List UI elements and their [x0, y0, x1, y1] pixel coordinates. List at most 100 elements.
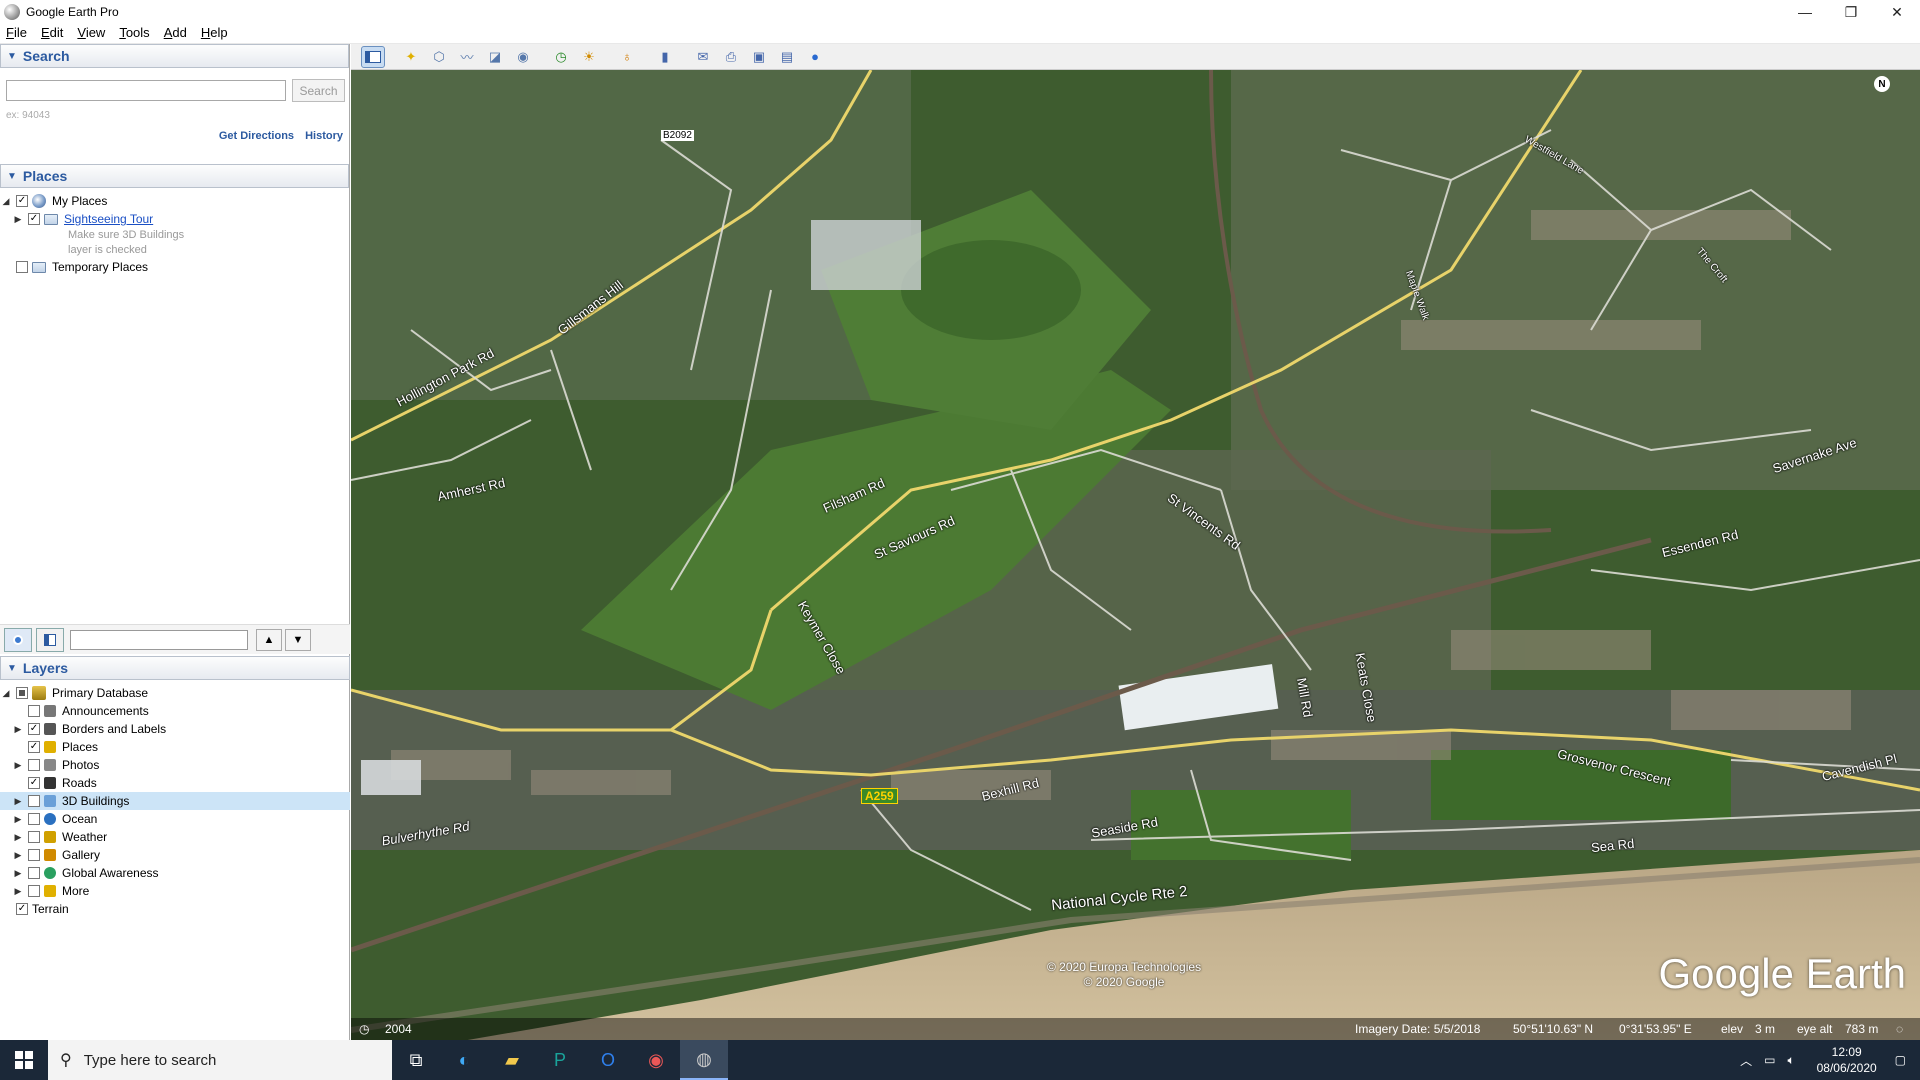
add-path-button[interactable]: 〰: [455, 46, 479, 68]
tree-item-terrain[interactable]: ✓ Terrain: [0, 900, 350, 918]
expand-arrow-icon[interactable]: ▶: [12, 886, 24, 897]
sightseeing-tour-link[interactable]: Sightseeing Tour: [64, 212, 153, 226]
network-icon[interactable]: ▭: [1764, 1053, 1775, 1067]
panel-toggle-button[interactable]: [36, 627, 64, 652]
map-view[interactable]: B2092 Hollington Park Rd Gillsmans Hill …: [351, 70, 1920, 1040]
checkbox[interactable]: ✓: [16, 195, 28, 207]
history-link[interactable]: History: [305, 130, 343, 142]
checkbox[interactable]: ✓: [16, 903, 28, 915]
checkbox[interactable]: [28, 705, 40, 717]
checkbox[interactable]: [28, 849, 40, 861]
add-overlay-button[interactable]: ◪: [483, 46, 507, 68]
search-places-button[interactable]: [4, 627, 32, 652]
print-button[interactable]: ⎙: [719, 46, 743, 68]
checkbox[interactable]: [28, 795, 40, 807]
edge-button[interactable]: ◐: [440, 1040, 488, 1080]
minimize-button[interactable]: —: [1782, 0, 1828, 24]
checkbox[interactable]: ✓: [28, 741, 40, 753]
checkbox[interactable]: ✓: [28, 777, 40, 789]
layer-item[interactable]: ▶ ✓ Borders and Labels: [0, 720, 350, 738]
menu-help[interactable]: Help: [201, 25, 228, 40]
switch-planet-button[interactable]: ♁: [615, 46, 639, 68]
email-button[interactable]: ✉: [691, 46, 715, 68]
checkbox[interactable]: [16, 687, 28, 699]
expand-arrow-icon[interactable]: ▶: [12, 832, 24, 843]
search-input[interactable]: [6, 80, 286, 101]
checkbox[interactable]: [28, 759, 40, 771]
layer-item[interactable]: ▶ Global Awareness: [0, 864, 350, 882]
move-down-button[interactable]: ▼: [285, 628, 311, 651]
expand-arrow-icon[interactable]: ▶: [12, 724, 24, 735]
tree-item-my-places[interactable]: ◢ ✓ My Places: [0, 192, 349, 210]
chevron-up-icon[interactable]: ︿: [1740, 1052, 1752, 1069]
layers-panel-header[interactable]: ▼ Layers: [0, 656, 350, 680]
checkbox[interactable]: [28, 813, 40, 825]
notification-icon[interactable]: ▢: [1895, 1053, 1906, 1067]
get-directions-link[interactable]: Get Directions: [219, 130, 294, 142]
checkbox[interactable]: [28, 831, 40, 843]
expand-arrow-icon[interactable]: ▶: [12, 796, 24, 807]
road-shield-b2092[interactable]: B2092: [661, 130, 694, 141]
task-view-button[interactable]: ⧉: [392, 1040, 440, 1080]
tree-item-temporary-places[interactable]: Temporary Places: [0, 258, 349, 276]
layer-item[interactable]: ▶ Weather: [0, 828, 350, 846]
road-shield-a259[interactable]: A259: [861, 788, 898, 804]
layer-item[interactable]: ▶ Ocean: [0, 810, 350, 828]
taskbar-search[interactable]: ⚲ Type here to search: [48, 1040, 392, 1080]
record-movie-button[interactable]: ▤: [775, 46, 799, 68]
folder-icon: ▰: [505, 1049, 519, 1070]
layer-item[interactable]: ▶ More: [0, 882, 350, 900]
menu-view[interactable]: View: [77, 25, 105, 40]
expand-arrow-icon[interactable]: ◢: [0, 688, 12, 699]
places-panel-header[interactable]: ▼ Places: [0, 164, 349, 188]
start-button[interactable]: [0, 1040, 48, 1080]
checkbox[interactable]: [16, 261, 28, 273]
expand-arrow-icon[interactable]: ▶: [12, 214, 24, 225]
layer-item[interactable]: ✓ Places: [0, 738, 350, 756]
expand-arrow-icon[interactable]: ▶: [12, 850, 24, 861]
checkbox[interactable]: ✓: [28, 213, 40, 225]
google-maps-button[interactable]: ●: [803, 46, 827, 68]
tree-item-primary-database[interactable]: ◢ Primary Database: [0, 684, 350, 702]
publisher-button[interactable]: P: [536, 1040, 584, 1080]
outlook-button[interactable]: O: [584, 1040, 632, 1080]
expand-arrow-icon[interactable]: ▶: [12, 814, 24, 825]
places-filter-input[interactable]: [70, 629, 248, 650]
save-image-button[interactable]: ▣: [747, 46, 771, 68]
ruler-button[interactable]: ▮: [653, 46, 677, 68]
north-indicator[interactable]: N: [1874, 76, 1890, 92]
move-up-button[interactable]: ▲: [256, 628, 282, 651]
expand-arrow-icon[interactable]: ▶: [12, 760, 24, 771]
menu-file[interactable]: File: [6, 25, 27, 40]
sidebar-toggle-button[interactable]: [361, 45, 385, 68]
historical-clock-icon[interactable]: ◷: [359, 1022, 369, 1036]
layer-item[interactable]: ▶ 3D Buildings: [0, 792, 350, 810]
expand-arrow-icon[interactable]: ▶: [12, 868, 24, 879]
tree-item-sightseeing-tour[interactable]: ▶ ✓ Sightseeing Tour: [0, 210, 349, 228]
expand-arrow-icon[interactable]: ◢: [0, 196, 12, 207]
menu-tools[interactable]: Tools: [119, 25, 149, 40]
add-placemark-button[interactable]: ✦: [399, 46, 423, 68]
layer-item[interactable]: ▶ Gallery: [0, 846, 350, 864]
menu-add[interactable]: Add: [164, 25, 187, 40]
menu-edit[interactable]: Edit: [41, 25, 63, 40]
historical-imagery-button[interactable]: ◷: [549, 46, 573, 68]
search-button[interactable]: Search: [292, 79, 345, 102]
record-tour-button[interactable]: ◉: [511, 46, 535, 68]
chrome-button[interactable]: ◉: [632, 1040, 680, 1080]
add-polygon-button[interactable]: ⬡: [427, 46, 451, 68]
restore-button[interactable]: ❐: [1828, 0, 1874, 24]
search-panel-header[interactable]: ▼ Search: [0, 44, 349, 68]
checkbox[interactable]: [28, 867, 40, 879]
google-earth-taskbar-button[interactable]: ◍: [680, 1040, 728, 1080]
close-button[interactable]: ✕: [1874, 0, 1920, 24]
layer-item[interactable]: ✓ Roads: [0, 774, 350, 792]
checkbox[interactable]: [28, 885, 40, 897]
layer-item[interactable]: Announcements: [0, 702, 350, 720]
checkbox[interactable]: ✓: [28, 723, 40, 735]
clock[interactable]: 12:09 08/06/2020: [1807, 1044, 1887, 1076]
volume-icon[interactable]: 🔈︎: [1787, 1053, 1794, 1068]
file-explorer-button[interactable]: ▰: [488, 1040, 536, 1080]
sunlight-button[interactable]: ☀: [577, 46, 601, 68]
layer-item[interactable]: ▶ Photos: [0, 756, 350, 774]
